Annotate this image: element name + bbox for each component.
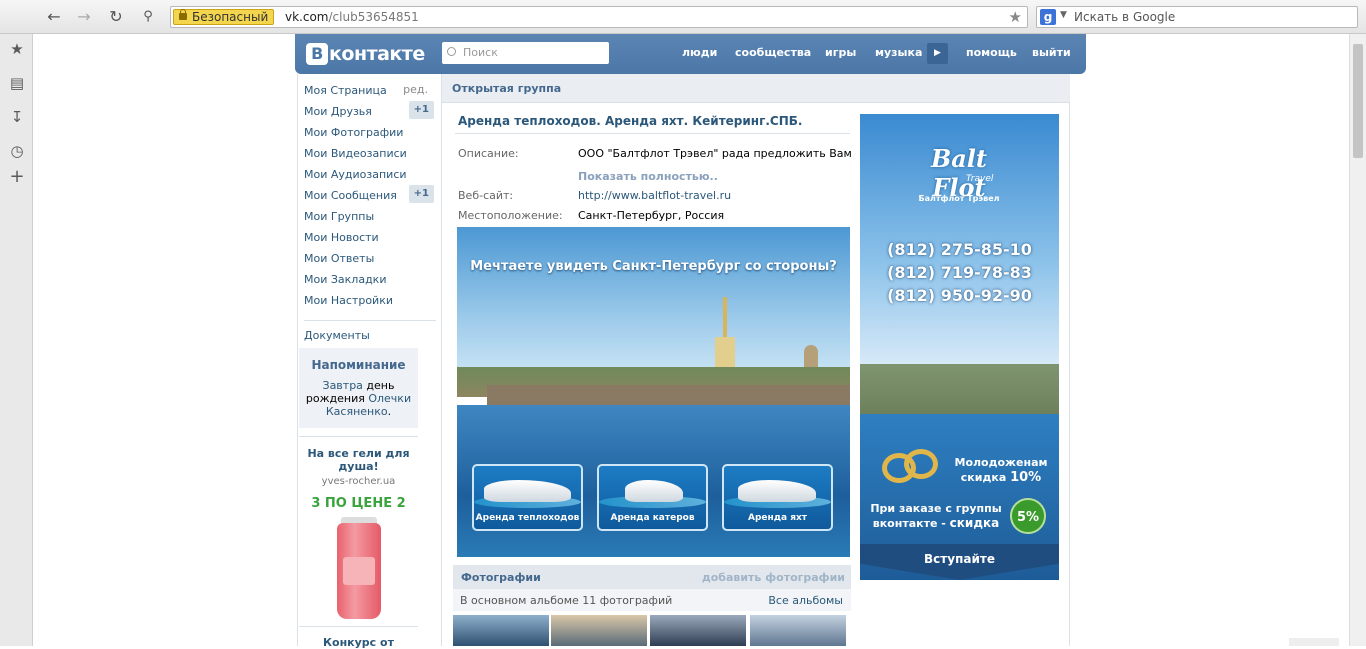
- reminder-box: Напоминание Завтра день рождения Олечки …: [299, 348, 418, 428]
- browser-sidebar: ★ ▤ ↧ ◷ +: [0, 34, 33, 646]
- group-content: Открытая группа Аренда теплоходов. Аренд…: [441, 74, 1070, 646]
- banner-card-steamers[interactable]: Аренда теплоходов: [472, 464, 583, 531]
- nav-communities[interactable]: сообщества: [735, 46, 811, 59]
- photos-subheader: В основном альбоме 11 фотографий Все аль…: [453, 589, 851, 611]
- banner-card-boats[interactable]: Аренда катеров: [597, 464, 708, 531]
- wedding-discount: Молодоженам скидка 10%: [954, 456, 1048, 485]
- banner-card-yachts[interactable]: Аренда яхт: [722, 464, 833, 531]
- content-header: Открытая группа: [442, 74, 1070, 103]
- reminder-title: Напоминание: [311, 358, 406, 372]
- site-link[interactable]: http://www.baltflot-travel.ru: [578, 189, 731, 202]
- group-banner[interactable]: Мечтаете увидеть Санкт-Петербург со стор…: [457, 227, 850, 557]
- menu-edit-link[interactable]: ред.: [403, 83, 428, 97]
- menu-bookmarks[interactable]: Мои Закладки: [304, 272, 436, 293]
- nav-people[interactable]: люди: [682, 46, 717, 59]
- plus-icon[interactable]: +: [8, 168, 26, 186]
- messages-badge[interactable]: +1: [408, 185, 434, 203]
- phone-3: (812) 950-92-90: [887, 286, 1032, 305]
- group-discount: При заказе с группы вконтакте - скидка: [870, 502, 1002, 530]
- photos-header: Фотографии добавить фотографии: [453, 565, 851, 589]
- photo-thumb[interactable]: [551, 615, 647, 646]
- location-value: Санкт-Петербург, Россия: [578, 209, 725, 222]
- photo-thumb[interactable]: [650, 615, 746, 646]
- banner-question: Мечтаете увидеть Санкт-Петербург со стор…: [470, 259, 837, 274]
- menu-groups[interactable]: Мои Группы: [304, 209, 436, 230]
- photos-count: В основном альбоме 11 фотографий: [460, 594, 673, 607]
- photo-thumb[interactable]: [750, 615, 846, 646]
- nav-music[interactable]: музыка: [875, 46, 922, 59]
- nav-games[interactable]: игры: [825, 46, 856, 59]
- lock-icon: [179, 9, 187, 20]
- baltflot-logo: Balt Flot Travel Балтфлот Трэвел: [918, 144, 1000, 203]
- ad-title[interactable]: На все гели для душа!: [299, 447, 418, 473]
- vk-header: Вконтакте Поиск люди сообщества игры муз…: [295, 34, 1086, 74]
- nav-logout[interactable]: выйти: [1032, 46, 1071, 59]
- reload-icon[interactable]: ↻: [106, 7, 126, 27]
- all-albums-link[interactable]: Все альбомы: [768, 594, 843, 607]
- corner-element: [1289, 638, 1339, 646]
- url-text: vk.com/club53654851: [285, 10, 419, 24]
- menu-settings[interactable]: Мои Настройки: [304, 293, 436, 314]
- discount-badge: 5%: [1010, 498, 1046, 534]
- site-label: Веб-сайт:: [458, 189, 514, 202]
- address-bar[interactable]: Безопасный vk.com/club53654851 ★: [170, 6, 1028, 28]
- history-clock-icon[interactable]: ◷: [8, 142, 26, 160]
- photos-title[interactable]: Фотографии: [461, 571, 541, 584]
- scroll-thumb[interactable]: [1353, 44, 1363, 158]
- friends-badge[interactable]: +1: [408, 101, 434, 119]
- title-divider: [455, 133, 850, 134]
- google-icon[interactable]: g: [1040, 9, 1056, 25]
- vertical-scrollbar[interactable]: [1349, 34, 1366, 646]
- ad-promo: 3 ПО ЦЕНЕ 2: [311, 496, 406, 511]
- menu-divider: [304, 320, 436, 321]
- show-more-link[interactable]: Показать полностью..: [578, 170, 718, 183]
- dropdown-arrow-icon[interactable]: ▼: [1060, 10, 1067, 20]
- search-icon: [447, 47, 456, 56]
- photo-thumb[interactable]: [453, 615, 549, 646]
- menu-messages[interactable]: Мои Сообщения +1: [304, 185, 436, 209]
- star-icon[interactable]: ★: [8, 40, 26, 58]
- side-banner[interactable]: Balt Flot Travel Балтфлот Трэвел (812) 2…: [860, 114, 1059, 580]
- reminder-text: Завтра день рождения Олечки Касяненко.: [305, 379, 412, 418]
- forward-icon[interactable]: →: [74, 7, 94, 27]
- menu-photos[interactable]: Мои Фотографии: [304, 125, 436, 146]
- desc-label: Описание:: [458, 147, 519, 160]
- menu-friends[interactable]: Мои Друзья +1: [304, 101, 436, 125]
- group-title: Аренда теплоходов. Аренда яхт. Кейтеринг…: [458, 114, 803, 128]
- left-menu: Моя Страница ред. Мои Друзья +1 Мои Фотогр…: [304, 83, 436, 349]
- ad-block[interactable]: На все гели для душа! yves-rocher.ua 3 П…: [299, 436, 418, 621]
- menu-answers[interactable]: Мои Ответы: [304, 251, 436, 272]
- note-icon[interactable]: ▤: [8, 74, 26, 92]
- phone-1: (812) 275-85-10: [887, 240, 1032, 259]
- ad-product-image[interactable]: [329, 517, 389, 621]
- menu-videos[interactable]: Мои Видеозаписи: [304, 146, 436, 167]
- phone-2: (812) 719-78-83: [887, 263, 1032, 282]
- location-label: Местоположение:: [458, 209, 563, 222]
- ad-domain: yves-rocher.ua: [321, 476, 396, 487]
- back-icon[interactable]: ←: [44, 7, 64, 27]
- vk-search-input[interactable]: Поиск: [442, 42, 609, 64]
- menu-news[interactable]: Мои Новости: [304, 230, 436, 251]
- add-photos-link[interactable]: добавить фотографии: [702, 571, 845, 584]
- vk-logo[interactable]: Вконтакте: [306, 43, 425, 65]
- secure-badge[interactable]: Безопасный: [173, 9, 275, 25]
- nav-help[interactable]: помощь: [966, 46, 1017, 59]
- download-icon[interactable]: ↧: [8, 108, 26, 126]
- key-icon[interactable]: ⚲: [138, 7, 158, 27]
- rings-icon: [882, 449, 942, 485]
- browser-toolbar: ← → ↻ ⚲ Безопасный vk.com/club53654851 ★…: [0, 0, 1366, 34]
- desc-value: ООО "Балтфлот Трэвел" рада предложить Ва…: [578, 147, 852, 160]
- music-play-icon[interactable]: ▶: [927, 43, 948, 64]
- bookmark-star-icon[interactable]: ★: [1009, 8, 1022, 26]
- menu-documents[interactable]: Документы: [304, 328, 436, 349]
- browser-search-box[interactable]: g ▼ Искать в Google: [1036, 6, 1358, 28]
- browser-search-placeholder: Искать в Google: [1074, 10, 1176, 24]
